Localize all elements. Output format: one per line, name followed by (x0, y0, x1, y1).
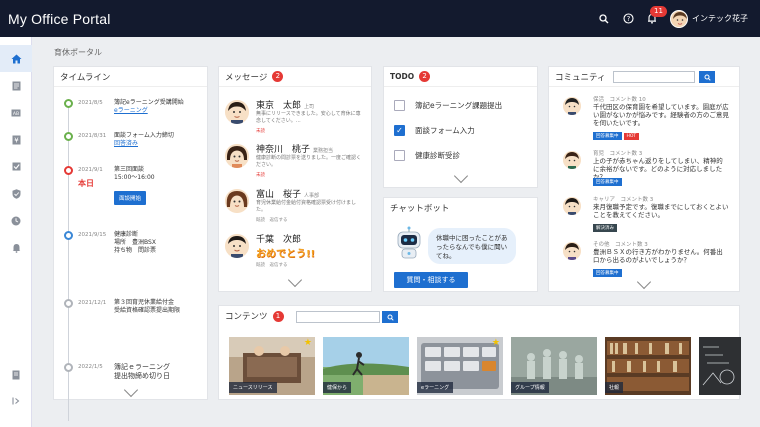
message-item[interactable]: 千葉 次郎 おめでとう!! 既読 返信する (225, 230, 361, 274)
congrats-sticker: おめでとう!! (256, 249, 316, 260)
svg-text:?: ? (626, 15, 630, 23)
todo-title: TODO 2 (384, 67, 537, 87)
user-menu[interactable]: インテック花子 (670, 9, 748, 28)
contents-search-button[interactable] (382, 311, 398, 323)
top-bar: My Office Portal ? 11 インテック花子 (0, 0, 760, 37)
notification-badge: 11 (650, 5, 667, 17)
star-icon[interactable]: ★ (492, 338, 500, 348)
avatar (225, 234, 249, 258)
community-panel: コミュニティ 保活 コメント数 10 千代田区の保育園を希望しています。園庭が広… (548, 66, 740, 292)
timeline-track (68, 101, 69, 421)
avatar (563, 242, 581, 260)
checkbox-checked[interactable]: ✓ (394, 124, 405, 136)
todo-panel: TODO 2 簿記eラーニング課題提出 ✓ 面談フォーム入力 健康診断受診 (383, 66, 538, 188)
avatar (563, 97, 581, 115)
today-label: 本日 (78, 179, 94, 188)
content-card-newsletter[interactable]: 社報 (605, 337, 691, 395)
breadcrumb[interactable]: 育休ポータル (54, 47, 102, 58)
elearning-link[interactable]: eラーニング (114, 107, 148, 114)
checkbox[interactable] (394, 149, 405, 161)
search-icon[interactable] (592, 7, 616, 31)
home-icon[interactable] (0, 45, 32, 72)
avatar (563, 151, 581, 169)
community-search-button[interactable] (699, 71, 715, 83)
expand-sidebar-icon[interactable] (0, 389, 32, 413)
page-icon[interactable] (0, 363, 32, 387)
avatar (225, 189, 249, 213)
sidebar-bell-icon[interactable] (0, 234, 32, 261)
robot-icon (394, 226, 424, 260)
status-done-dot (64, 132, 73, 141)
community-post[interactable]: 育児 コメント数 3 上の子が赤ちゃん返りをしてしまい、精神的に余裕がないです。… (557, 149, 729, 193)
start-interview-button[interactable]: 面談開始 (114, 191, 147, 205)
chatbot-title: チャットボット (390, 204, 450, 214)
bell-icon[interactable]: 11 (640, 5, 667, 31)
message-item[interactable]: 東京 太郎 上司 無事にリリースできました。安心して育休に専念してください。… 未… (225, 96, 361, 140)
yen-icon[interactable]: ¥ (0, 126, 32, 153)
message-item[interactable]: 神奈川 桃子 業務担当 健康診断の問診票を送りました。一度ご確認ください。 未読 (225, 140, 361, 184)
timeline-panel: タイムライン 2021/8/5 簿記eラーニング受講開始 eラーニング 2021/… (53, 66, 208, 421)
content-card-health[interactable]: 健保から (323, 337, 409, 395)
status-badge: 回答募集中 (593, 178, 622, 186)
todo-item[interactable]: 健康診断受診 (394, 147, 460, 163)
status-done-dot (64, 99, 73, 108)
status-future-dot (64, 299, 73, 308)
status-badge: 回答募集中 (593, 132, 622, 140)
help-icon[interactable]: ? (616, 7, 640, 31)
star-icon[interactable]: ★ (304, 338, 312, 348)
shield-icon[interactable] (0, 180, 32, 207)
status-future-dot (64, 363, 73, 372)
checklist-icon[interactable] (0, 153, 32, 180)
checkbox[interactable] (394, 99, 405, 111)
messages-title: メッセージ 2 (219, 67, 371, 87)
avatar (225, 144, 249, 168)
message-item[interactable]: 富山 桜子 人事部 育児休業給付金給付資格確認票受け付けました。 既読 返信する (225, 185, 361, 229)
community-post[interactable]: キャリア コメント数 3 来月復職予定です。復職までにしておくとよいことを教えて… (557, 195, 729, 239)
id-card-icon[interactable]: AB (0, 99, 32, 126)
community-post[interactable]: 保活 コメント数 10 千代田区の保育園を希望しています。園庭が広い園がないかが… (557, 95, 729, 140)
answered-link[interactable]: 回答済み (114, 140, 138, 147)
community-search-input[interactable] (613, 71, 695, 83)
app-title[interactable]: My Office Portal (8, 11, 111, 27)
content-card-partial[interactable] (699, 337, 741, 395)
messages-panel: メッセージ 2 東京 太郎 上司 無事にリリースできました。安心して育休に専念してく… (218, 66, 372, 292)
todo-item[interactable]: 簿記eラーニング課題提出 (394, 97, 502, 113)
contents-search-input[interactable] (296, 311, 380, 323)
status-today-dot (64, 166, 73, 175)
chevron-down-icon[interactable] (287, 272, 303, 288)
status-upcoming-dot (64, 231, 73, 240)
chevron-down-icon[interactable] (453, 168, 468, 184)
content-card-elearning[interactable]: ★ eラーニング (417, 337, 503, 395)
content-card-group[interactable]: グループ情報 (511, 337, 597, 395)
content-card-news[interactable]: ★ ニュースリリース (229, 337, 315, 395)
svg-text:¥: ¥ (14, 136, 19, 144)
chatbot-bubble: 休職中に困ったことがあったらなんでも僕に聞いてね。 (428, 228, 516, 264)
status-badge: 解決済み (593, 224, 617, 232)
chatbot-panel: チャットボット 休職中に困ったことがあったらなんでも僕に聞いてね。 質問・相談す… (383, 197, 538, 292)
todo-item[interactable]: ✓ 面談フォーム入力 (394, 122, 475, 138)
user-name: インテック花子 (692, 14, 748, 23)
ask-question-button[interactable]: 質問・相談する (394, 272, 468, 288)
hot-badge: HOT (623, 133, 640, 140)
contents-title: コンテンツ 1 (219, 306, 739, 326)
document-icon[interactable] (0, 72, 32, 99)
contents-badge: 1 (272, 310, 284, 322)
sidebar: AB ¥ (0, 37, 32, 427)
messages-badge: 2 (272, 71, 284, 82)
todo-badge: 2 (419, 71, 431, 82)
avatar (225, 100, 249, 124)
chevron-down-icon[interactable] (123, 382, 138, 398)
svg-text:AB: AB (13, 110, 19, 116)
timeline-title: タイムライン (54, 67, 207, 87)
contents-panel: コンテンツ 1 ★ ニュースリリース 健保から ★ eラーニング グループ情報 社… (218, 305, 741, 400)
community-title: コミュニティ (549, 67, 739, 87)
status-badge: 回答募集中 (593, 269, 622, 277)
avatar (563, 197, 581, 215)
clock-icon[interactable] (0, 207, 32, 234)
user-avatar (670, 9, 688, 28)
